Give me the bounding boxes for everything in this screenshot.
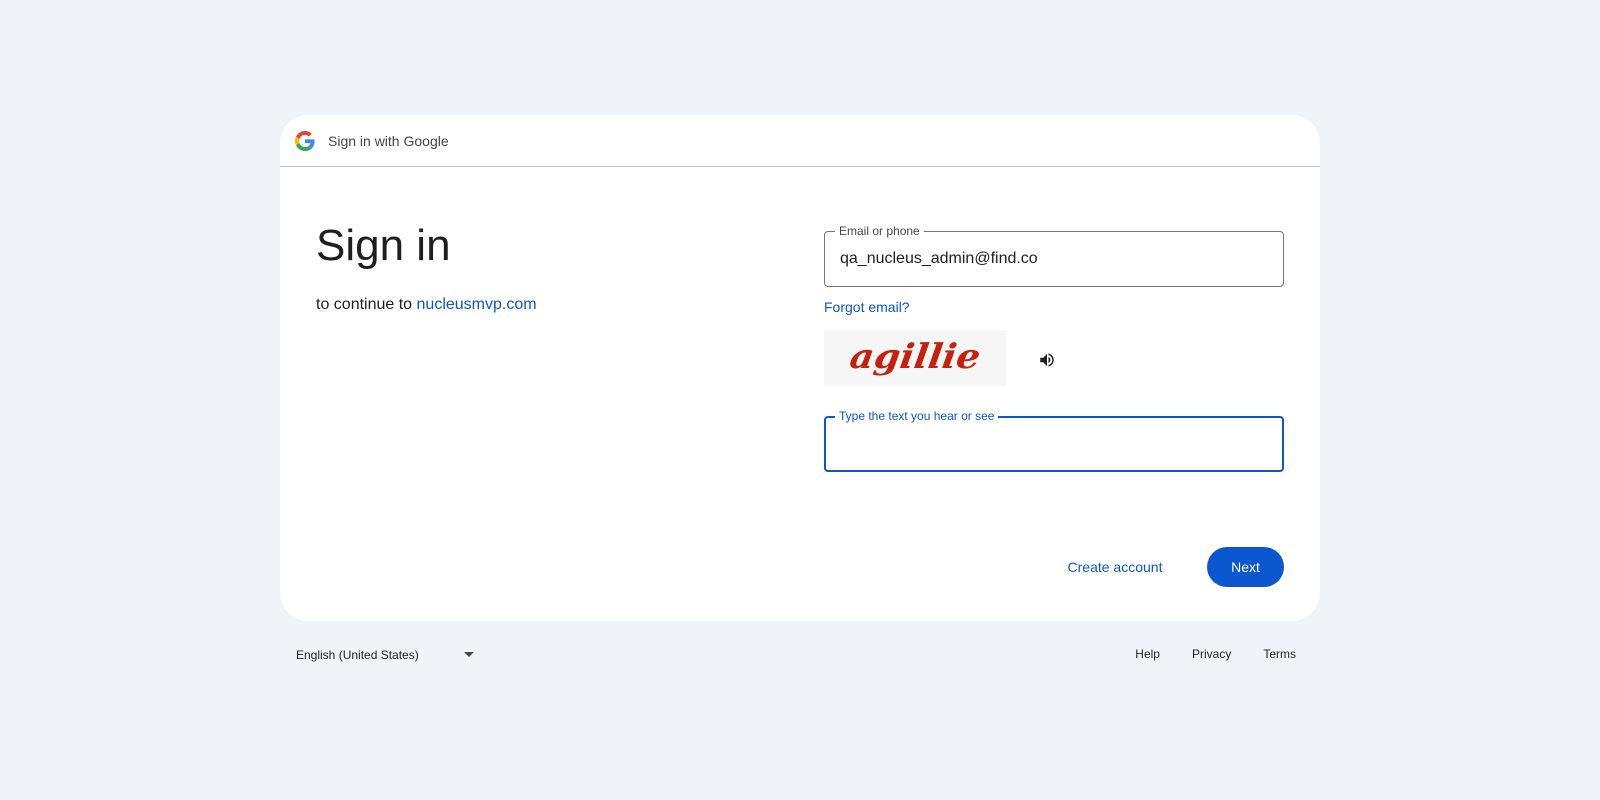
footer-links: Help Privacy Terms <box>1103 647 1296 661</box>
audio-captcha-icon[interactable] <box>1038 351 1056 369</box>
subtitle-prefix: to continue to <box>316 296 417 313</box>
page-title: Sign in <box>316 221 451 270</box>
help-link[interactable]: Help <box>1135 647 1160 661</box>
captcha-graphic: agillie <box>847 337 983 377</box>
create-account-button[interactable]: Create account <box>1052 547 1178 587</box>
terms-link[interactable]: Terms <box>1263 647 1296 661</box>
footer: English (United States) Help Privacy Ter… <box>280 640 1320 668</box>
header-title: Sign in with Google <box>328 132 449 149</box>
card-header: Sign in with Google <box>280 115 1320 167</box>
captcha-text: agillie <box>847 337 983 377</box>
service-link[interactable]: nucleusmvp.com <box>417 296 537 313</box>
sign-in-card: Sign in with Google Sign in to continue … <box>280 115 1320 621</box>
privacy-link[interactable]: Privacy <box>1192 647 1231 661</box>
next-button[interactable]: Next <box>1207 547 1284 587</box>
language-label: English (United States) <box>296 648 419 662</box>
captcha-input[interactable] <box>840 432 1260 456</box>
forgot-email-link[interactable]: Forgot email? <box>824 298 910 316</box>
email-field[interactable]: Email or phone qa_nucleus_admin@find.co <box>824 224 1284 287</box>
captcha-input-field[interactable]: Type the text you hear or see <box>824 409 1284 472</box>
captcha-field-label: Type the text you hear or see <box>835 409 999 423</box>
captcha-image: agillie <box>824 330 1006 386</box>
chevron-down-icon <box>464 652 474 657</box>
email-field-label: Email or phone <box>835 224 924 238</box>
google-logo-icon <box>295 130 315 151</box>
page-subtitle: to continue to nucleusmvp.com <box>316 293 537 317</box>
email-field-value: qa_nucleus_admin@find.co <box>840 250 1038 267</box>
language-select[interactable]: English (United States) <box>296 647 474 663</box>
